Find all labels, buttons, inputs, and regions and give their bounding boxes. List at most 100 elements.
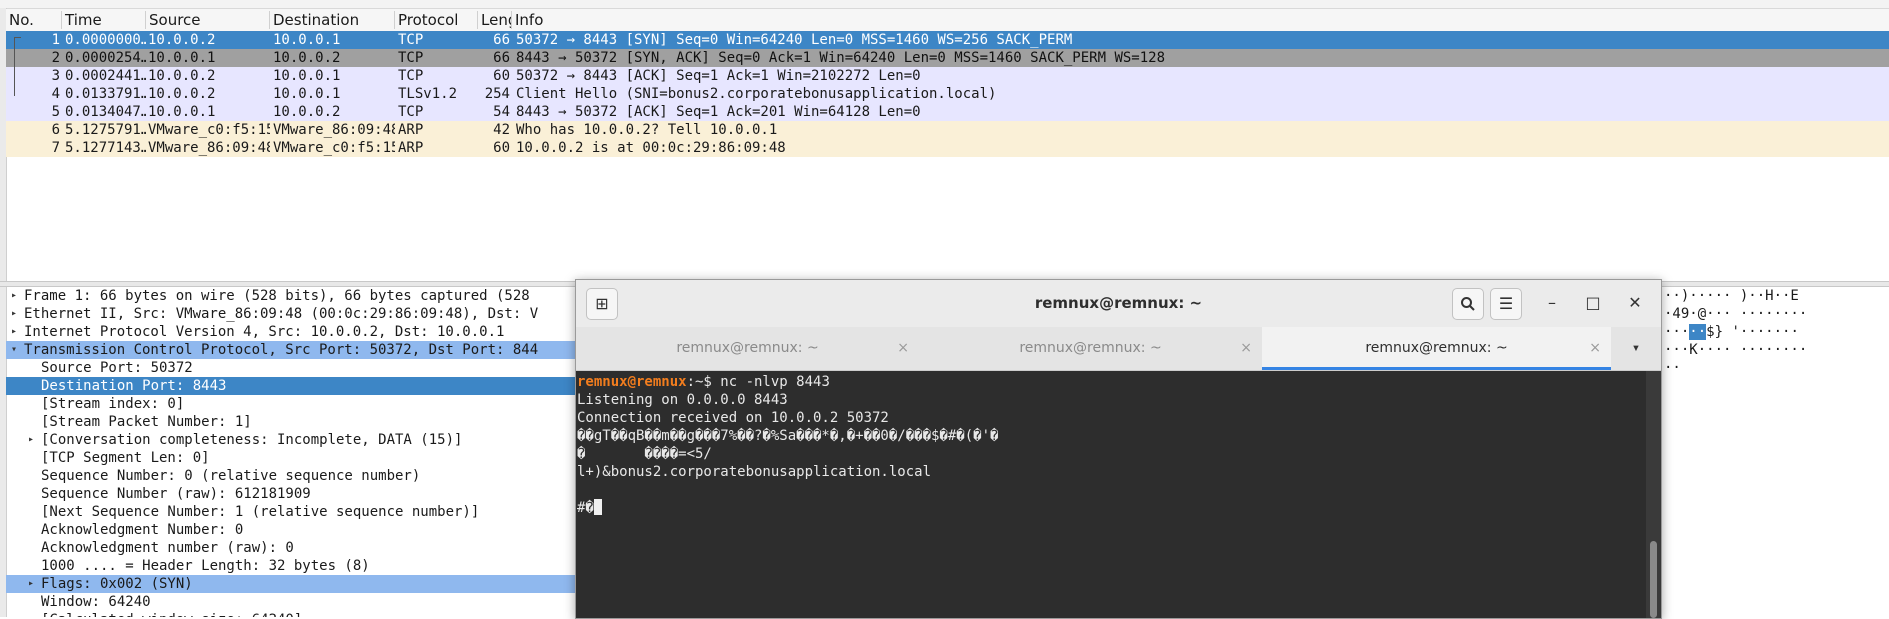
detail-text: [Next Sequence Number: 1 (relative seque… [41,504,480,520]
detail-row[interactable]: Destination Port: 8443 [6,377,576,395]
expand-right-icon[interactable]: ▸ [11,305,17,323]
packet-cell-len: 254 [484,86,510,102]
col-protocol[interactable]: Protocol [395,11,478,29]
packet-cell-proto: TCP [398,68,424,84]
packet-row[interactable]: 2 0.0000254… 10.0.0.1 10.0.0.2 TCP 66 8443 → 5… [6,49,1889,67]
detail-row[interactable]: [Calculated window size: 64240] [6,611,576,617]
packet-cell-dst: 10.0.0.1 [273,86,341,102]
detail-row[interactable]: [Stream index: 0] [6,395,576,413]
detail-row[interactable]: ▸ Ethernet II, Src: VMware_86:09:48 (00:0… [6,305,576,323]
close-icon[interactable]: ✕ [1620,288,1650,318]
packet-cell-proto: ARP [398,140,424,156]
packet-row[interactable]: 6 5.1275791… VMware_c0:f5:15 VMware_86:09:4… [6,121,1889,139]
tab-label: remnux@remnux: ~ [1019,340,1162,356]
text-cursor [593,499,602,515]
terminal-scrollbar[interactable] [1646,371,1661,618]
detail-row[interactable]: ▸ Internet Protocol Version 4, Src: 10.0.… [6,323,576,341]
packet-row[interactable]: 5 0.0134047… 10.0.0.1 10.0.0.2 TCP 54 8443 → 5… [6,103,1889,121]
detail-text: Acknowledgment number (raw): 0 [41,540,294,556]
col-destination[interactable]: Destination [270,11,395,29]
expand-down-icon[interactable]: ▾ [11,341,17,359]
tab-menu-icon[interactable]: ▾ [1611,327,1661,370]
tab-close-icon[interactable]: × [897,327,909,370]
detail-text: Window: 64240 [41,594,151,610]
packet-cell-len: 66 [493,50,510,66]
prompt-user: remnux@remnux [577,374,687,390]
terminal-titlebar[interactable]: ⊞ remnux@remnux: ~ ☰ – □ ✕ [576,280,1661,328]
detail-row[interactable]: Window: 64240 [6,593,576,611]
packet-row[interactable]: 4 0.0133791… 10.0.0.2 10.0.0.1 TLSv1.2 254 Cli… [6,85,1889,103]
packet-details: ▸ Frame 1: 66 bytes on wire (528 bits), 6… [6,285,576,617]
packet-cell-len: 54 [493,104,510,120]
detail-row[interactable]: Source Port: 50372 [6,359,576,377]
packet-cell-dst: VMware_c0:f5:15 [273,140,395,156]
expand-right-icon[interactable]: ▸ [28,431,34,449]
packet-row[interactable]: 1 0.0000000… 10.0.0.2 10.0.0.1 TCP 66 50372 → … [6,31,1889,49]
detail-row[interactable]: ▸ [Conversation completeness: Incomplete,… [6,431,576,449]
terminal-output[interactable]: remnux@remnux:~$ nc -nlvp 8443 Listening… [576,371,1646,618]
detail-text: Frame 1: 66 bytes on wire (528 bits), 66… [24,288,530,304]
packet-cell-time: 5.1275791… [65,122,146,138]
packet-cell-time: 0.0133791… [65,86,146,102]
detail-row[interactable]: ▸ Flags: 0x002 (SYN) [6,575,576,593]
detail-row[interactable]: [Next Sequence Number: 1 (relative seque… [6,503,576,521]
detail-row[interactable]: Acknowledgment Number: 0 [6,521,576,539]
packet-cell-time: 0.0000254… [65,50,146,66]
detail-text: Ethernet II, Src: VMware_86:09:48 (00:0c… [24,306,539,322]
expand-right-icon[interactable]: ▸ [11,287,17,305]
detail-row[interactable]: 1000 .... = Header Length: 32 bytes (8) [6,557,576,575]
detail-row[interactable]: [TCP Segment Len: 0] [6,449,576,467]
packet-cell-dst: 10.0.0.2 [273,104,341,120]
packet-cell-src: 10.0.0.1 [148,50,216,66]
detail-row[interactable]: ▾ Transmission Control Protocol, Src Port… [6,341,576,359]
packet-cell-info: Who has 10.0.0.2? Tell 10.0.0.1 [516,122,778,138]
packet-row[interactable]: 7 5.1277143… VMware_86:09:48 VMware_c0:f5:1… [6,139,1889,157]
filter-bar-edge [0,0,1889,9]
terminal-tab[interactable]: remnux@remnux: ~ × [576,327,919,370]
expand-right-icon[interactable]: ▸ [11,323,17,341]
col-source[interactable]: Source [146,11,270,29]
detail-row[interactable]: [Stream Packet Number: 1] [6,413,576,431]
output-line: l+)&bonus2.corporatebonusapplication.loc… [577,464,932,480]
packet-cell-info: 10.0.0.2 is at 00:0c:29:86:09:48 [516,140,786,156]
tab-label: remnux@remnux: ~ [676,340,819,356]
packet-cell-len: 42 [493,122,510,138]
maximize-icon[interactable]: □ [1578,288,1608,318]
col-length[interactable]: Lengt [478,11,512,29]
search-icon[interactable] [1452,288,1484,320]
packet-cell-info: 50372 → 8443 [SYN] Seq=0 Win=64240 Len=0… [516,32,1073,48]
hex-line: ···K···· ········ [1664,342,1808,358]
scrollbar-thumb[interactable] [1650,541,1657,618]
detail-row[interactable]: Acknowledgment number (raw): 0 [6,539,576,557]
terminal-window: ⊞ remnux@remnux: ~ ☰ – □ ✕ remnux@remnux… [575,279,1662,619]
expand-right-icon[interactable]: ▸ [28,575,34,593]
output-line: Listening on 0.0.0.0 8443 [577,392,788,408]
detail-text: [Calculated window size: 64240] [41,611,302,617]
packet-cell-time: 0.0002441… [65,68,146,84]
detail-row[interactable]: Sequence Number (raw): 612181909 [6,485,576,503]
hex-line: ·····$} '······· [1664,323,1799,341]
conversation-bracket [14,37,21,96]
detail-text: [TCP Segment Len: 0] [41,450,210,466]
detail-row[interactable]: ▸ Frame 1: 66 bytes on wire (528 bits), 6… [6,287,576,305]
minimize-icon[interactable]: – [1537,288,1567,318]
detail-text: Transmission Control Protocol, Src Port:… [24,342,539,358]
tab-close-icon[interactable]: × [1240,327,1252,370]
detail-text: Internet Protocol Version 4, Src: 10.0.0… [24,324,505,340]
hamburger-menu-icon[interactable]: ☰ [1490,288,1522,320]
packet-list-header: No. Time Source Destination Protocol Len… [6,9,1889,32]
detail-text: [Conversation completeness: Incomplete, … [41,432,463,448]
col-info[interactable]: Info [512,11,1889,29]
terminal-tab[interactable]: remnux@remnux: ~ × [919,327,1262,370]
packet-cell-dst: 10.0.0.1 [273,68,341,84]
col-time[interactable]: Time [62,11,146,29]
packet-cell-len: 60 [493,140,510,156]
packet-row[interactable]: 3 0.0002441… 10.0.0.2 10.0.0.1 TCP 60 50372 → … [6,67,1889,85]
detail-text: Destination Port: 8443 [41,378,227,394]
terminal-tab-active[interactable]: remnux@remnux: ~ × [1262,327,1611,370]
packet-cell-src: VMware_c0:f5:15 [148,122,270,138]
tab-close-icon[interactable]: × [1589,327,1601,370]
packet-cell-time: 0.0134047… [65,104,146,120]
col-no[interactable]: No. [6,11,62,29]
detail-row[interactable]: Sequence Number: 0 (relative sequence nu… [6,467,576,485]
